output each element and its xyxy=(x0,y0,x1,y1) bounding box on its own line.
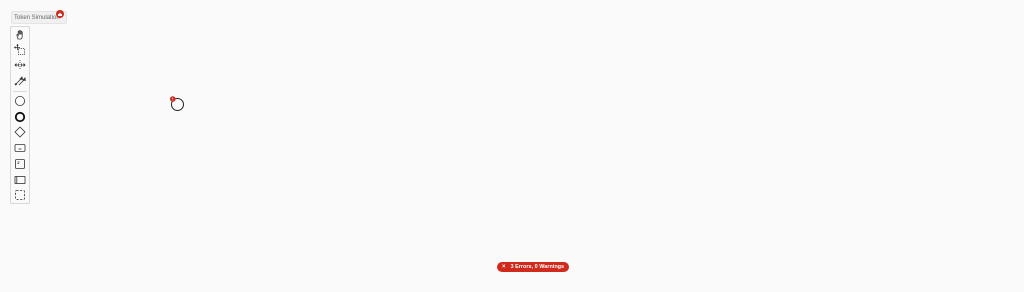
token-simulation-play-icon[interactable] xyxy=(56,10,64,18)
linting-status-text: 3 Errors, 0 Warnings xyxy=(510,264,565,270)
start-event-icon[interactable] xyxy=(11,94,29,108)
palette-separator xyxy=(13,91,27,92)
gateway-icon[interactable] xyxy=(11,125,29,139)
end-event-icon[interactable] xyxy=(11,110,29,124)
bpmn-canvas[interactable]: Token Simulation × 3 Errors, 0 Warnings xyxy=(0,0,1024,292)
pool-icon[interactable] xyxy=(11,173,29,187)
token-simulation-label: Token Simulation xyxy=(14,14,60,21)
palette xyxy=(10,26,30,204)
group-icon[interactable] xyxy=(11,188,29,202)
hand-tool-icon[interactable] xyxy=(11,28,29,42)
error-icon: × xyxy=(502,264,506,270)
lasso-tool-icon[interactable] xyxy=(11,43,29,57)
task-icon[interactable] xyxy=(11,141,29,155)
linting-status-button[interactable]: × 3 Errors, 0 Warnings xyxy=(497,262,570,272)
start-event[interactable] xyxy=(169,95,187,118)
data-object-icon[interactable] xyxy=(11,157,29,171)
global-connect-tool-icon[interactable] xyxy=(11,74,29,88)
space-tool-icon[interactable] xyxy=(11,58,29,72)
